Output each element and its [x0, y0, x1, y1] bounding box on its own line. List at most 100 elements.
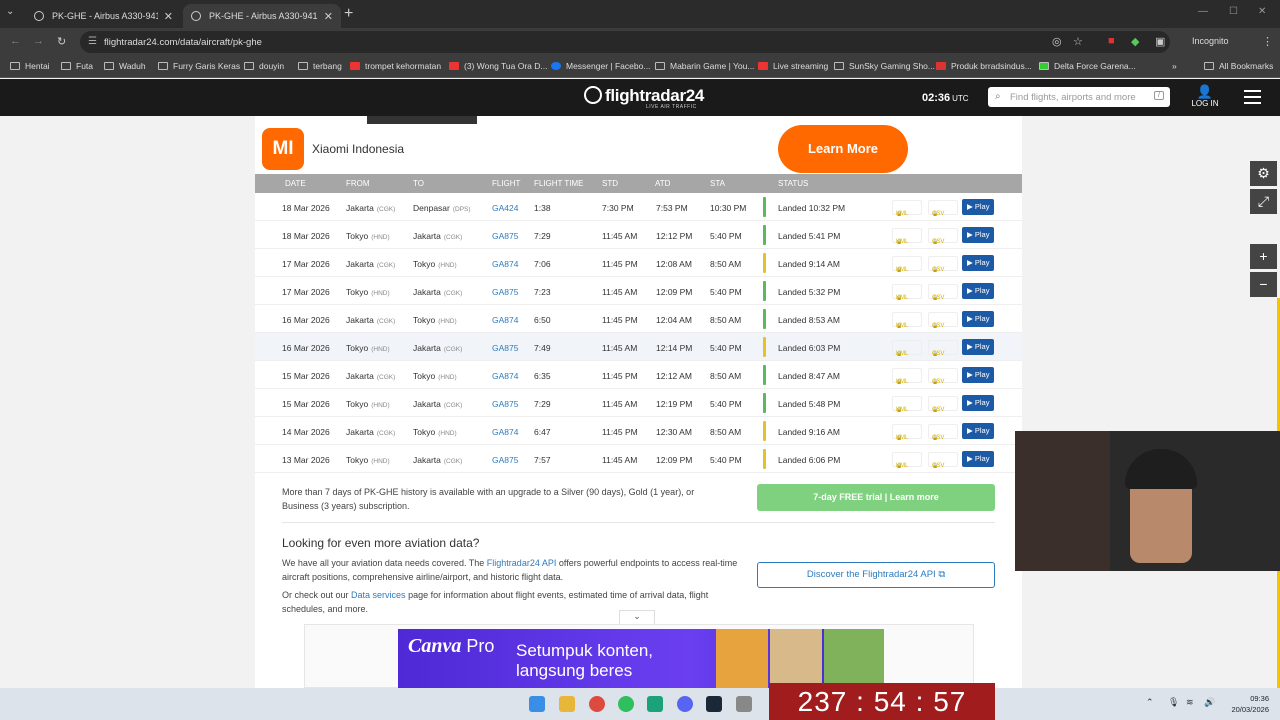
cell-flight[interactable]: GA875 [492, 399, 518, 409]
file-explorer-icon[interactable] [559, 696, 575, 712]
kml-download-button[interactable]: 🔒 KML [892, 228, 922, 245]
flightradar24-logo[interactable]: flightradar24 LIVE AIR TRAFFIC [584, 86, 704, 110]
col-status[interactable]: STATUS [778, 179, 808, 188]
url-field[interactable]: ☰ flightradar24.com/data/aircraft/pk-ghe [80, 31, 1170, 53]
system-clock[interactable]: 09:36 20/03/2026 [1225, 693, 1269, 715]
star-icon[interactable]: ☆ [1073, 35, 1083, 48]
play-button[interactable]: ▶ Play [962, 423, 994, 439]
bottom-ad-banner[interactable]: Canva Pro Setumpuk konten, langsung beres [304, 624, 974, 689]
table-row[interactable]: 15 Mar 2026 Jakarta (CGK) Tokyo (HND) GA874 6:… [255, 361, 1022, 389]
steam-icon[interactable] [706, 696, 722, 712]
forward-arrow-icon[interactable]: → [33, 35, 44, 47]
extension-icon[interactable]: ◆ [1131, 35, 1139, 48]
col-flight[interactable]: FLIGHT [492, 179, 520, 188]
kml-download-button[interactable]: 🔒 KML [892, 340, 922, 357]
app-icon[interactable] [647, 696, 663, 712]
cell-flight[interactable]: GA874 [492, 427, 518, 437]
kml-download-button[interactable]: 🔒 KML [892, 256, 922, 273]
bookmark-item[interactable]: Live streaming [758, 61, 828, 71]
kebab-menu-icon[interactable]: ⋮ [1262, 35, 1273, 48]
whatsapp-icon[interactable] [618, 696, 634, 712]
window-close-icon[interactable]: ✕ [1258, 6, 1266, 17]
csv-download-button[interactable]: 🔒 CSV [928, 340, 958, 357]
bookmark-item[interactable]: SunSky Gaming Sho... [834, 61, 935, 71]
close-icon[interactable]: ✕ [164, 10, 173, 23]
kml-download-button[interactable]: 🔒 KML [892, 312, 922, 329]
col-sta[interactable]: STA [710, 179, 725, 188]
play-button[interactable]: ▶ Play [962, 255, 994, 271]
new-tab-plus-icon[interactable]: + [344, 5, 353, 23]
cell-flight[interactable]: GA875 [492, 287, 518, 297]
col-date[interactable]: DATE [285, 179, 306, 188]
kml-download-button[interactable]: 🔒 KML [892, 452, 922, 469]
chrome-icon[interactable] [589, 696, 605, 712]
play-button[interactable]: ▶ Play [962, 339, 994, 355]
maximize-icon[interactable]: ☐ [1229, 6, 1238, 17]
bookmark-item[interactable]: Produk brradsindus... [936, 61, 1032, 71]
bookmark-item[interactable]: Delta Force Garena... [1039, 61, 1136, 71]
eye-off-icon[interactable]: ◎ [1052, 35, 1062, 48]
col-flight-time[interactable]: FLIGHT TIME [534, 179, 584, 188]
bookmark-item[interactable]: (3) Wong Tua Ora D... [449, 61, 547, 71]
app-icon[interactable] [736, 696, 752, 712]
windows-start-icon[interactable] [529, 696, 545, 712]
cell-flight[interactable]: GA875 [492, 343, 518, 353]
col-std[interactable]: STD [602, 179, 618, 188]
browser-tab-1[interactable]: PK-GHE - Airbus A330-941 - Ga ✕ [26, 4, 181, 28]
csv-download-button[interactable]: 🔒 CSV [928, 228, 958, 245]
table-row[interactable]: 15 Mar 2026 Tokyo (HND) Jakarta (CGK) GA875 7:… [255, 389, 1022, 417]
csv-download-button[interactable]: 🔒 CSV [928, 424, 958, 441]
kml-download-button[interactable]: 🔒 KML [892, 368, 922, 385]
cell-flight[interactable]: GA874 [492, 259, 518, 269]
kml-download-button[interactable]: 🔒 KML [892, 396, 922, 413]
bookmark-item[interactable]: Mabarin Game | You... [655, 61, 754, 71]
hamburger-menu-icon[interactable] [1244, 90, 1261, 108]
csv-download-button[interactable]: 🔒 CSV [928, 200, 958, 217]
csv-download-button[interactable]: 🔒 CSV [928, 256, 958, 273]
discover-api-button[interactable]: Discover the Flightradar24 API ⧉ [757, 562, 995, 588]
reload-icon[interactable]: ↻ [57, 35, 66, 48]
cell-flight[interactable]: GA874 [492, 371, 518, 381]
table-row[interactable]: 18 Mar 2026 Jakarta (CGK) Denpasar (DPS) GA42… [255, 193, 1022, 221]
csv-download-button[interactable]: 🔒 CSV [928, 368, 958, 385]
cell-flight[interactable]: GA875 [492, 455, 518, 465]
zoom-out-minus-icon[interactable]: − [1250, 272, 1277, 297]
canva-ad[interactable]: Canva Pro Setumpuk konten, langsung beres [398, 629, 884, 689]
browser-tab-2[interactable]: PK-GHE - Airbus A330-941 - G ✕ [183, 4, 341, 28]
table-row[interactable]: 17 Mar 2026 Tokyo (HND) Jakarta (CGK) GA875 7:… [255, 277, 1022, 305]
api-link[interactable]: Flightradar24 API [487, 558, 557, 568]
col-atd[interactable]: ATD [655, 179, 670, 188]
search-input[interactable]: ⌕ Find flights, airports and more / [988, 87, 1170, 107]
bookmark-item[interactable]: Messenger | Facebo... [551, 61, 650, 71]
play-button[interactable]: ▶ Play [962, 451, 994, 467]
free-trial-button[interactable]: 7-day FREE trial | Learn more [757, 484, 995, 511]
bookmark-item[interactable]: Futa [61, 61, 93, 71]
discord-icon[interactable] [677, 696, 693, 712]
xiaomi-logo[interactable]: MI [262, 128, 304, 170]
microphone-icon[interactable]: 🎙 [1168, 697, 1179, 708]
kml-download-button[interactable]: 🔒 KML [892, 200, 922, 217]
tray-chevron-icon[interactable]: ⌃ [1146, 697, 1154, 708]
more-bookmarks-chevron-icon[interactable]: » [1172, 61, 1177, 71]
play-button[interactable]: ▶ Play [962, 311, 994, 327]
volume-icon[interactable]: 🔊 [1204, 697, 1215, 708]
table-row[interactable]: 13 Mar 2026 Tokyo (HND) Jakarta (CGK) GA875 7:… [255, 445, 1022, 473]
incognito-label[interactable]: Incognito [1192, 36, 1229, 46]
kml-download-button[interactable]: 🔒 KML [892, 424, 922, 441]
site-info-icon[interactable]: ☰ [88, 36, 97, 47]
table-row[interactable]: 17 Mar 2026 Jakarta (CGK) Tokyo (HND) GA874 7:… [255, 249, 1022, 277]
csv-download-button[interactable]: 🔒 CSV [928, 452, 958, 469]
table-row[interactable]: 16 Mar 2026 Jakarta (CGK) Tokyo (HND) GA874 6:… [255, 305, 1022, 333]
extension-icon[interactable]: ■ [1108, 35, 1115, 47]
cell-flight[interactable]: GA424 [492, 203, 518, 213]
table-row[interactable]: 18 Mar 2026 Tokyo (HND) Jakarta (CGK) GA875 7:… [255, 221, 1022, 249]
all-bookmarks[interactable]: All Bookmarks [1204, 61, 1273, 71]
col-from[interactable]: FROM [346, 179, 370, 188]
zoom-in-plus-icon[interactable]: + [1250, 244, 1277, 269]
table-row[interactable]: 14 Mar 2026 Jakarta (CGK) Tokyo (HND) GA874 6:… [255, 417, 1022, 445]
csv-download-button[interactable]: 🔒 CSV [928, 312, 958, 329]
bookmark-item[interactable]: terbang [298, 61, 342, 71]
play-button[interactable]: ▶ Play [962, 227, 994, 243]
wifi-icon[interactable]: ≋ [1186, 697, 1194, 708]
play-button[interactable]: ▶ Play [962, 283, 994, 299]
